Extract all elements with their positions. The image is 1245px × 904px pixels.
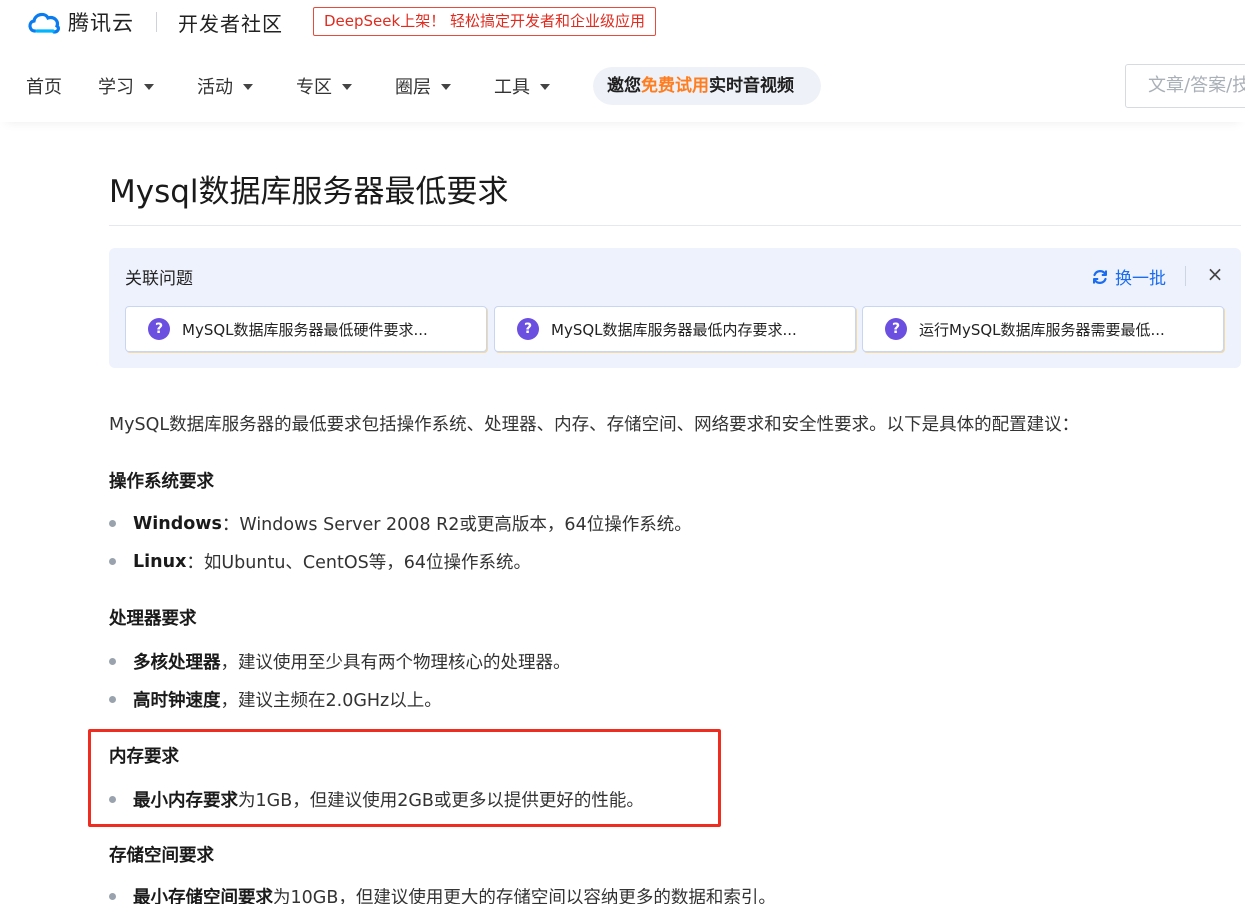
nav-item-circles[interactable]: 圈层 xyxy=(395,73,451,99)
section-heading-os: 操作系统要求 xyxy=(109,472,214,492)
related-questions-panel: 关联问题 换一批 × ? MySQL数据库服务器最低硬件要求... ? MySQ… xyxy=(109,248,1241,368)
promo-banner[interactable]: DeepSeek上架！ 轻松搞定开发者和企业级应用 xyxy=(313,7,656,36)
list-item-text: ：如Ubuntu、CentOS等，64位操作系统。 xyxy=(186,553,532,573)
list-item-term: 最小存储空间要求 xyxy=(133,888,273,904)
list-item: 高时钟速度 ，建议主频在2.0GHz以上。 xyxy=(109,687,442,712)
related-question-text: MySQL数据库服务器最低硬件要求... xyxy=(182,320,428,339)
page-title: Mysql数据库服务器最低要求 xyxy=(109,174,509,210)
logo-text: 腾讯云 xyxy=(68,11,134,35)
community-link[interactable]: 开发者社区 xyxy=(178,8,283,37)
list-item: 多核处理器 ，建议使用至少具有两个物理核心的处理器。 xyxy=(109,649,571,674)
search-input[interactable]: 文章/答案/技 xyxy=(1125,64,1245,108)
related-question-card[interactable]: ? 运行MySQL数据库服务器需要最低... xyxy=(862,306,1224,352)
list-item-term: 高时钟速度 xyxy=(133,691,221,711)
brand-bar: 腾讯云 开发者社区 DeepSeek上架！ 轻松搞定开发者和企业级应用 xyxy=(0,0,1245,44)
tencent-cloud-logo[interactable]: 腾讯云 xyxy=(26,6,134,38)
list-item-text: ：Windows Server 2008 R2或更高版本，64位操作系统。 xyxy=(221,515,692,535)
nav-item-label: 学习 xyxy=(98,77,134,98)
intro-paragraph: MySQL数据库服务器的最低要求包括操作系统、处理器、内存、存储空间、网络要求和… xyxy=(109,415,1080,435)
question-icon: ? xyxy=(148,318,170,340)
chevron-down-icon xyxy=(144,84,154,90)
chevron-down-icon xyxy=(243,84,253,90)
refresh-icon xyxy=(1093,269,1107,284)
pill-prefix: 邀您 xyxy=(607,76,641,96)
nav-item-home[interactable]: 首页 xyxy=(26,73,62,99)
nav-item-label: 专区 xyxy=(296,77,332,98)
chevron-down-icon xyxy=(540,84,550,90)
list-item: 最小存储空间要求 为10GB，但建议使用更大的存储空间以容纳更多的数据和索引。 xyxy=(109,884,776,904)
chevron-down-icon xyxy=(441,84,451,90)
section-heading-cpu: 处理器要求 xyxy=(109,609,197,629)
cloud-logo-icon xyxy=(28,12,61,34)
question-icon: ? xyxy=(885,318,907,340)
bullet-icon xyxy=(109,796,116,803)
list-item: Linux ：如Ubuntu、CentOS等，64位操作系统。 xyxy=(109,549,531,574)
nav-item-label: 首页 xyxy=(26,77,62,98)
list-item-term: 最小内存要求 xyxy=(133,791,238,811)
list-item-term: Linux xyxy=(133,551,187,572)
free-trial-pill[interactable]: 邀您免费试用实时音视频 xyxy=(593,67,821,105)
highlight-annotation-box xyxy=(88,729,721,827)
refresh-label: 换一批 xyxy=(1115,269,1166,289)
related-question-card[interactable]: ? MySQL数据库服务器最低内存要求... xyxy=(494,306,856,352)
list-item-text: 为10GB，但建议使用更大的存储空间以容纳更多的数据和索引。 xyxy=(273,888,776,904)
bullet-icon xyxy=(109,658,116,665)
bullet-icon xyxy=(109,893,116,900)
nav-item-label: 圈层 xyxy=(395,77,431,98)
list-item-text: ，建议使用至少具有两个物理核心的处理器。 xyxy=(220,653,571,673)
list-item: 最小内存要求 为1GB，但建议使用2GB或更多以提供更好的性能。 xyxy=(109,787,644,812)
close-icon[interactable]: × xyxy=(1205,263,1225,285)
related-question-text: MySQL数据库服务器最低内存要求... xyxy=(551,320,797,339)
nav-item-events[interactable]: 活动 xyxy=(197,73,253,99)
section-heading-storage: 存储空间要求 xyxy=(109,846,214,866)
question-icon: ? xyxy=(517,318,539,340)
pill-suffix: 实时音视频 xyxy=(709,76,794,96)
list-item: Windows ：Windows Server 2008 R2或更高版本，64位操… xyxy=(109,511,692,536)
brand-divider xyxy=(156,12,157,32)
related-separator xyxy=(1185,266,1186,286)
bullet-icon xyxy=(109,558,116,565)
refresh-button[interactable]: 换一批 xyxy=(1091,264,1166,289)
nav-bar: 首页 学习 活动 专区 圈层 工具 邀您免费试用实时音视频 文章/答案/技 xyxy=(0,50,1245,122)
bullet-icon xyxy=(109,520,116,527)
related-title: 关联问题 xyxy=(125,269,193,289)
related-question-card[interactable]: ? MySQL数据库服务器最低硬件要求... xyxy=(125,306,487,352)
nav-item-learn[interactable]: 学习 xyxy=(98,73,154,99)
list-item-term: Windows xyxy=(133,513,222,534)
list-item-text: 为1GB，但建议使用2GB或更多以提供更好的性能。 xyxy=(238,791,644,811)
title-divider xyxy=(109,225,1241,226)
bullet-icon xyxy=(109,696,116,703)
nav-item-tools[interactable]: 工具 xyxy=(494,73,550,99)
chevron-down-icon xyxy=(342,84,352,90)
list-item-term: 多核处理器 xyxy=(133,653,221,673)
nav-item-label: 工具 xyxy=(494,77,530,98)
list-item-text: ，建议主频在2.0GHz以上。 xyxy=(220,691,442,711)
nav-item-label: 活动 xyxy=(197,77,233,98)
nav-item-zones[interactable]: 专区 xyxy=(296,73,352,99)
section-heading-memory: 内存要求 xyxy=(109,747,179,767)
related-question-text: 运行MySQL数据库服务器需要最低... xyxy=(919,320,1165,339)
pill-highlight: 免费试用 xyxy=(641,76,709,96)
